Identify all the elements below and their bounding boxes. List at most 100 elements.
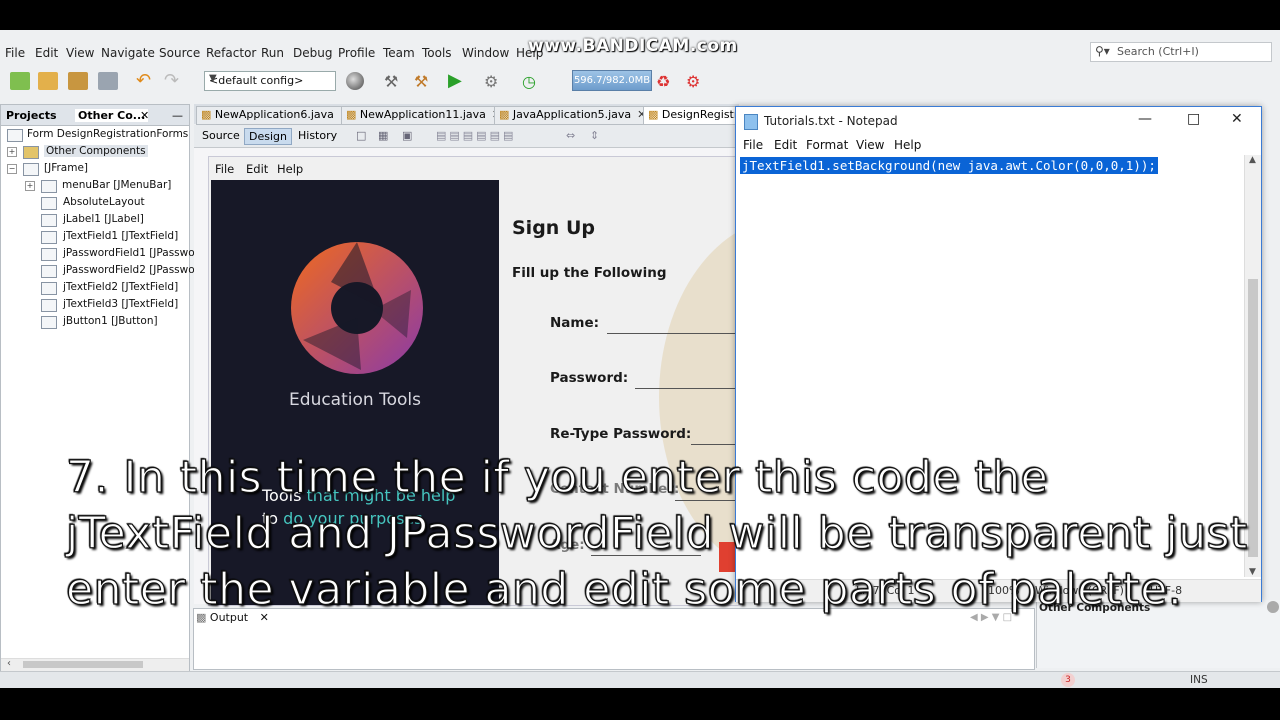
tree-item-label: Form DesignRegistrationForms <box>27 128 189 140</box>
search-placeholder: Search (Ctrl+I) <box>1117 45 1199 58</box>
selection-mode-icon[interactable]: □ <box>352 128 370 143</box>
editor-tab[interactable]: ▩ JavaApplication5.java ✕ <box>494 106 652 125</box>
editor-tab-label: NewApplication11.java <box>359 108 486 121</box>
scroll-up-icon[interactable]: ▲ <box>1249 155 1256 165</box>
connection-mode-icon[interactable]: ▦ <box>374 128 392 143</box>
editor-tab[interactable]: ▩ NewApplication6.java✕ <box>196 106 355 125</box>
folder-icon <box>23 146 39 159</box>
form-menu-edit[interactable]: Edit <box>246 162 268 176</box>
java-file-icon: ▩ <box>499 108 513 121</box>
password-label: Password: <box>550 370 629 386</box>
form-menu-bar: File Edit Help <box>209 157 740 179</box>
minimize-icon[interactable]: — <box>172 109 183 122</box>
clean-build-icon[interactable]: ⚒ <box>414 72 434 91</box>
debug-icon[interactable]: ⚙ <box>484 72 504 91</box>
palette-scroll-icon[interactable] <box>1267 601 1279 613</box>
close-icon[interactable]: ✕ <box>140 109 149 122</box>
editor-tab[interactable]: ▩ NewApplication11.java✕ <box>341 106 507 125</box>
notepad-menu-help[interactable]: Help <box>894 138 921 152</box>
passwordfield-icon <box>41 265 57 278</box>
menu-debug[interactable]: Debug <box>293 46 332 60</box>
open-project-icon[interactable] <box>68 72 88 90</box>
gc-icon[interactable]: ♻ <box>656 72 676 91</box>
form-icon <box>7 129 23 142</box>
bandicam-watermark: www.BANDICAM.com <box>528 36 738 56</box>
notepad-menu-format[interactable]: Format <box>806 138 848 152</box>
password-field[interactable] <box>635 388 740 389</box>
minimize-icon[interactable]: — <box>1138 111 1152 127</box>
run-icon[interactable]: ▶ <box>448 72 468 90</box>
editor-tabs: ▩ NewApplication6.java✕ ▩ NewApplication… <box>194 104 755 125</box>
form-subtitle: Fill up the Following <box>512 265 667 281</box>
menu-run[interactable]: Run <box>261 46 284 60</box>
page-title: Sign Up <box>512 217 595 239</box>
layout-icon <box>41 197 57 210</box>
brand-name: Education Tools <box>289 390 421 410</box>
notepad-menu-edit[interactable]: Edit <box>774 138 797 152</box>
tab-source[interactable]: Source <box>198 128 244 143</box>
align-icons[interactable]: ▤▤▤▤▤▤ <box>432 128 520 143</box>
menu-team[interactable]: Team <box>383 46 415 60</box>
menu-edit[interactable]: Edit <box>35 46 58 60</box>
notepad-menu-file[interactable]: File <box>743 138 763 152</box>
menubar-icon <box>41 180 57 193</box>
preview-design-icon[interactable]: ▣ <box>398 128 416 143</box>
expand-icon[interactable]: + <box>7 147 17 157</box>
expand-icon[interactable]: + <box>25 181 35 191</box>
menu-refactor[interactable]: Refactor <box>206 46 256 60</box>
memory-indicator[interactable]: 596.7/982.0MB <box>572 70 652 91</box>
globe-icon[interactable] <box>346 72 364 90</box>
ide-search-input[interactable]: ⚲▾ Search (Ctrl+I) <box>1090 42 1272 62</box>
maximize-icon[interactable]: □ <box>1187 111 1200 127</box>
notepad-icon <box>744 114 758 130</box>
selected-code-text[interactable]: jTextField1.setBackground(new java.awt.C… <box>740 157 1158 174</box>
menu-profile[interactable]: Profile <box>338 46 375 60</box>
label-icon <box>41 214 57 227</box>
retype-password-field[interactable] <box>691 444 740 445</box>
notification-badge[interactable]: 3 <box>1061 673 1075 687</box>
save-all-icon[interactable] <box>98 72 118 90</box>
new-file-icon[interactable] <box>10 72 30 90</box>
tab-design[interactable]: Design <box>244 128 292 145</box>
insert-mode: INS <box>1190 674 1208 686</box>
tree-item-label: jPasswordField1 [JPasswor <box>63 247 199 259</box>
title-bar-area <box>0 0 1280 30</box>
resize-vertical-icon[interactable]: ⇕ <box>586 128 603 143</box>
menu-view[interactable]: View <box>66 46 94 60</box>
tab-other-components[interactable]: Other Co... <box>75 109 149 122</box>
scroll-thumb[interactable] <box>23 661 143 668</box>
redo-icon[interactable]: ↷ <box>164 72 184 90</box>
tree-item-label: jTextField1 [JTextField] <box>63 230 179 242</box>
close-icon[interactable]: ✕ <box>1231 111 1243 127</box>
form-menu-help[interactable]: Help <box>277 162 303 176</box>
new-project-icon[interactable] <box>38 72 58 90</box>
resize-horizontal-icon[interactable]: ⇔ <box>562 128 579 143</box>
tree-item-label: jPasswordField2 [JPasswor <box>63 264 199 276</box>
notepad-title-bar[interactable]: Tutorials.txt - Notepad — □ ✕ <box>736 107 1261 135</box>
editor-view-toolbar: Source Design History □ ▦ ▣ ▤▤▤▤▤▤ ⇔ ⇕ <box>194 125 739 148</box>
menu-file[interactable]: File <box>5 46 25 60</box>
menu-window[interactable]: Window <box>462 46 509 60</box>
menu-tools[interactable]: Tools <box>422 46 452 60</box>
search-icon: ⚲▾ <box>1095 44 1110 58</box>
name-field[interactable] <box>607 333 740 334</box>
java-file-icon: ▩ <box>201 108 215 121</box>
java-file-icon: ▩ <box>346 108 360 121</box>
tab-history[interactable]: History <box>294 128 341 143</box>
menu-source[interactable]: Source <box>159 46 200 60</box>
config-combo[interactable]: <default config> ▼ <box>204 71 336 91</box>
horizontal-scrollbar[interactable]: ‹ <box>1 658 189 671</box>
undo-icon[interactable]: ↶ <box>136 72 156 90</box>
java-file-icon: ▩ <box>648 108 662 121</box>
panel-tabs: Projects Other Co... ✕ — <box>1 105 189 126</box>
profiler-icon[interactable]: ⚙ <box>686 72 706 91</box>
notepad-menu-view[interactable]: View <box>856 138 884 152</box>
collapse-icon[interactable]: − <box>7 164 17 174</box>
menu-navigate[interactable]: Navigate <box>101 46 155 60</box>
scroll-left-icon[interactable]: ‹ <box>7 658 11 669</box>
profile-icon[interactable]: ◷ <box>522 72 542 91</box>
ide-status-bar: 3 INS <box>0 671 1280 688</box>
hammer-icon[interactable]: ⚒ <box>384 72 404 91</box>
form-menu-file[interactable]: File <box>215 162 234 176</box>
tab-projects[interactable]: Projects <box>6 109 57 122</box>
